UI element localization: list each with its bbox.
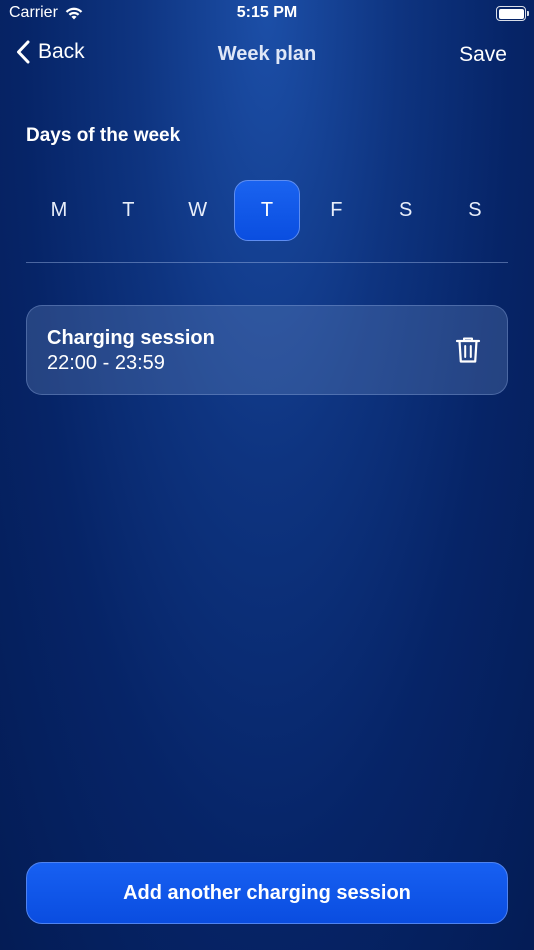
days-of-week-selector: M T W T F S S xyxy=(26,180,508,241)
session-time-range: 22:00 - 23:59 xyxy=(47,352,165,374)
day-thursday[interactable]: T xyxy=(233,180,300,241)
day-monday[interactable]: M xyxy=(26,180,92,241)
days-section-title: Days of the week xyxy=(26,125,181,146)
trash-icon[interactable] xyxy=(455,336,481,364)
battery-icon xyxy=(496,6,529,21)
charging-session-card[interactable]: Charging session 22:00 - 23:59 xyxy=(26,305,508,395)
day-tuesday[interactable]: T xyxy=(95,180,161,241)
day-sunday[interactable]: S xyxy=(442,180,508,241)
divider xyxy=(26,262,508,263)
status-time: 5:15 PM xyxy=(236,4,298,21)
day-wednesday[interactable]: W xyxy=(165,180,231,241)
status-bar: Carrier 5:15 PM xyxy=(0,0,534,30)
page-title: Week plan xyxy=(217,43,317,65)
day-saturday[interactable]: S xyxy=(373,180,439,241)
day-friday[interactable]: F xyxy=(303,180,369,241)
nav-bar: Back Week plan Save xyxy=(0,34,534,78)
session-title: Charging session xyxy=(47,327,215,349)
add-charging-session-button[interactable]: Add another charging session xyxy=(26,862,508,924)
save-button[interactable]: Save xyxy=(459,43,507,67)
